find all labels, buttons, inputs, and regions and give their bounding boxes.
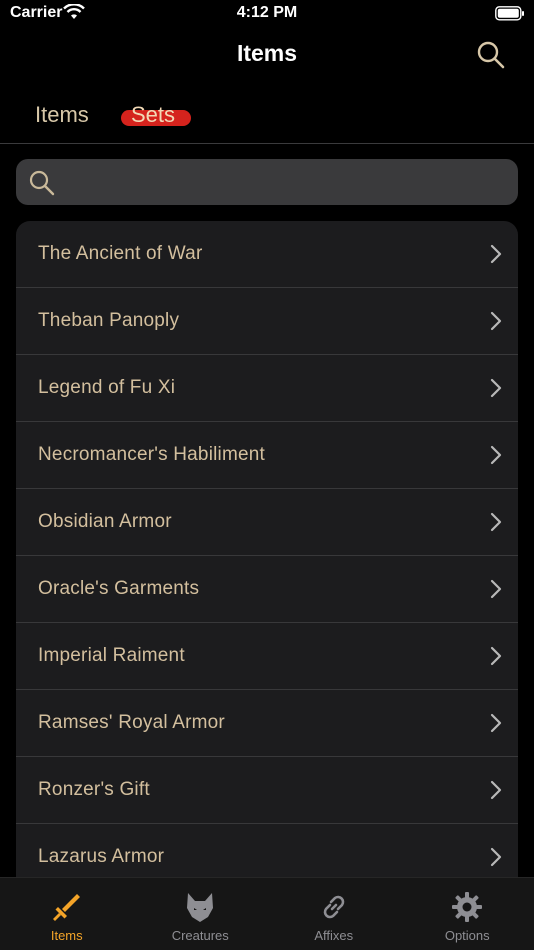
- chevron-right-icon: [490, 445, 502, 465]
- list-item[interactable]: Imperial Raiment: [16, 623, 518, 690]
- tab-bar-item-label: Items: [50, 928, 83, 943]
- list-item-label: Ramses' Royal Armor: [38, 712, 225, 733]
- gear-icon: [452, 892, 483, 922]
- list-item[interactable]: Lazarus Armor: [16, 824, 518, 877]
- battery-icon: [495, 6, 524, 21]
- tab-items[interactable]: Items: [35, 102, 89, 128]
- chevron-right-icon: [490, 311, 502, 331]
- tab-bar-item-label: Options: [444, 928, 490, 943]
- tab-bar-item-label: Creatures: [171, 928, 229, 943]
- page-title: Items: [236, 40, 298, 66]
- tab-bar-item-items[interactable]: Items: [0, 878, 134, 950]
- list-item-label: Theban Panoply: [38, 310, 180, 331]
- chevron-right-icon: [490, 847, 502, 867]
- search-input[interactable]: [72, 159, 502, 205]
- chevron-right-icon: [490, 579, 502, 599]
- list-item-label: Lazarus Armor: [38, 846, 165, 867]
- tab-sets[interactable]: Sets: [131, 102, 175, 128]
- list-item[interactable]: Oracle's Garments: [16, 556, 518, 623]
- list-item[interactable]: The Ancient of War: [16, 221, 518, 288]
- list-item-label: The Ancient of War: [38, 243, 203, 264]
- tab-bar-item-creatures[interactable]: Creatures: [134, 878, 268, 950]
- list-item[interactable]: Necromancer's Habiliment: [16, 422, 518, 489]
- sets-list: The Ancient of War Theban Panoply Legend…: [16, 221, 518, 877]
- chevron-right-icon: [490, 512, 502, 532]
- chevron-right-icon: [490, 646, 502, 666]
- search-bar[interactable]: [16, 159, 518, 205]
- search-icon[interactable]: [476, 40, 506, 70]
- status-bar: Carrier 4:12 PM: [0, 0, 534, 28]
- tab-bar-item-affixes[interactable]: Affixes: [267, 878, 401, 950]
- sword-icon: [52, 894, 80, 921]
- segmented-control: Items Sets: [0, 88, 534, 144]
- chevron-right-icon: [490, 378, 502, 398]
- list-item-label: Oracle's Garments: [38, 578, 200, 599]
- chevron-right-icon: [490, 780, 502, 800]
- list-item-label: Ronzer's Gift: [38, 779, 150, 800]
- chevron-right-icon: [490, 244, 502, 264]
- list-item-label: Imperial Raiment: [38, 645, 185, 666]
- navigation-bar: Items: [0, 28, 534, 82]
- status-time: 4:12 PM: [236, 4, 298, 21]
- list-item-label: Obsidian Armor: [38, 511, 172, 532]
- tab-bar-item-label: Affixes: [314, 928, 354, 943]
- wolf-icon: [187, 893, 214, 922]
- tab-bar-item-options[interactable]: Options: [401, 878, 534, 950]
- list-item-label: Necromancer's Habiliment: [38, 444, 266, 465]
- chevron-right-icon: [490, 713, 502, 733]
- list-item[interactable]: Legend of Fu Xi: [16, 355, 518, 422]
- search-icon: [29, 170, 55, 196]
- list-item[interactable]: Ronzer's Gift: [16, 757, 518, 824]
- list-item-label: Legend of Fu Xi: [38, 377, 176, 398]
- list-item[interactable]: Obsidian Armor: [16, 489, 518, 556]
- link-icon: [323, 895, 345, 919]
- list-item[interactable]: Ramses' Royal Armor: [16, 690, 518, 757]
- tab-bar: Items Creatures Affixes Options: [0, 877, 534, 950]
- list-item[interactable]: Theban Panoply: [16, 288, 518, 355]
